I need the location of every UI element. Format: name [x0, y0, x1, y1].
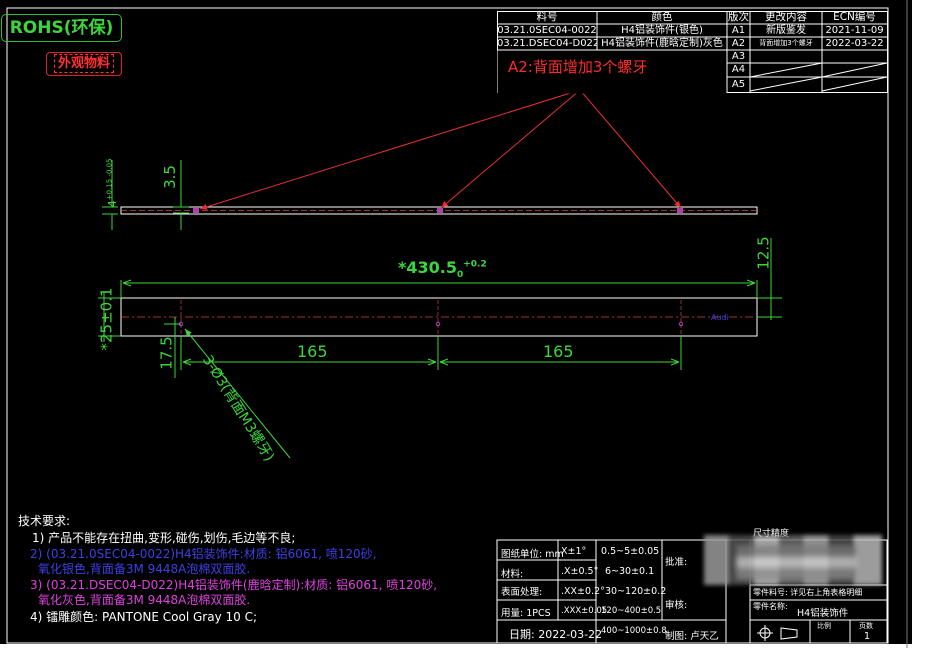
screw-mark-1 [193, 208, 199, 213]
rev-a5: A5 [731, 79, 746, 90]
rev-a2: A2 [731, 38, 746, 49]
overall-length-dimension: *430.50+0.2 [398, 258, 487, 281]
note-4: 4) 镭雕颜色: PANTONE Cool Gray 10 C; [30, 610, 258, 624]
tb-reviewed: 审核: [665, 600, 688, 611]
screw-mark-2 [437, 208, 443, 213]
tb-tol-angle-2: .X±0.5° [561, 566, 599, 577]
rev-a1: A1 [731, 25, 746, 36]
tb-unit: 图纸单位: mm [501, 549, 564, 560]
redacted-region-inner [736, 545, 856, 580]
tb-range-2: 6~30±0.1 [605, 566, 655, 577]
rev-a3: A3 [731, 51, 746, 62]
rev-a4: A4 [731, 64, 746, 75]
thickness-dimension: 4+0.15 -0.05 [105, 158, 120, 208]
rev-header-change: 更改内容 [765, 11, 807, 23]
rev-header-ecn: ECN编号 [833, 11, 876, 23]
side-view [120, 206, 758, 215]
part-number-1: 03.21.0SEC04-0022 [497, 25, 597, 36]
rev-a1-change: 新版鉴发 [766, 25, 806, 36]
tb-part-name-label: 零件名称: [753, 602, 788, 611]
drawing-canvas[interactable]: 4+0.15 -0.05 3.5 *430.50+0.2 12.5 *25±0.… [0, 0, 933, 648]
rev-header-color: 颜色 [651, 11, 673, 23]
width-dimension: *25±0.1 [97, 287, 116, 351]
note-1: 1) 产品不能存在扭曲,变形,碰伤,划伤,毛边等不良; [32, 531, 296, 545]
pitch-dimension-left: 165 [297, 342, 328, 361]
note-3-cont: 氧化灰色,背面备3M 9448A泡棉双面胶. [38, 593, 251, 607]
appearance-part-badge: 外观物料 [46, 52, 122, 76]
plan-view [120, 297, 758, 337]
notes-title: 技术要求: [18, 514, 71, 528]
tb-approved: 批准: [665, 557, 688, 568]
part-color-2: H4铝装饰件(鹿晗定制)灰色 [601, 38, 723, 49]
rev-header-part-no: 料号 [536, 11, 558, 23]
end-mark-label: Audi [711, 313, 729, 322]
tb-drafter: 制图: 卢天乙 [665, 631, 719, 642]
rev-header-version: 版次 [728, 11, 749, 23]
rev-a2-ecn: 2022-03-22 [825, 38, 884, 49]
hole-offset-dimension: 17.5 [157, 336, 176, 370]
screw-mark-3 [677, 208, 683, 213]
part-number-2: 03.21.DSEC04-D022 [497, 38, 597, 49]
note-2-cont: 氧化银色,背面备3M 9448A泡棉双面胶. [38, 562, 251, 576]
tb-tol-angle-1: X±1° [561, 546, 587, 557]
tb-range-4: 120~400±0.5 [601, 606, 662, 616]
tb-part-name: H4铝装饰件 [797, 608, 849, 619]
tb-range-1: 0.5~5±0.05 [601, 546, 660, 557]
tb-surface: 表面处理: [501, 587, 543, 598]
a2-leader-arrows [199, 89, 682, 210]
part-color-1: H4铝装饰件(银色) [621, 25, 703, 36]
a2-change-note: A2:背面增加3个螺牙 [508, 58, 648, 76]
rohs-badge: ROHS(环保) [1, 14, 122, 42]
tb-range-5: 400~1000±0.8 [601, 626, 667, 636]
pitch-dimension-right: 165 [543, 342, 574, 361]
tb-page-label: 页数 [859, 622, 873, 630]
rev-a1-ecn: 2021-11-09 [825, 25, 884, 36]
tb-page-number: 1 [864, 631, 871, 642]
tb-tol-xx: .XX±0.2° [561, 586, 605, 597]
tb-quantity: 用量: 1PCS [501, 608, 551, 619]
tb-date: 日期: 2022-03-22 [509, 628, 603, 641]
edge-offset-dimension: 12.5 [754, 236, 773, 270]
tb-part-no-label: 零件料号: 详见右上角表格明细 [753, 588, 863, 597]
tb-material: 材料: [501, 569, 524, 580]
height-dimension: 3.5 [160, 165, 179, 189]
rev-a2-change: 背面增加3个螺牙 [759, 39, 813, 47]
tb-range-3: 30~120±0.2 [605, 586, 667, 597]
tb-scale-label: 比例 [817, 622, 831, 630]
